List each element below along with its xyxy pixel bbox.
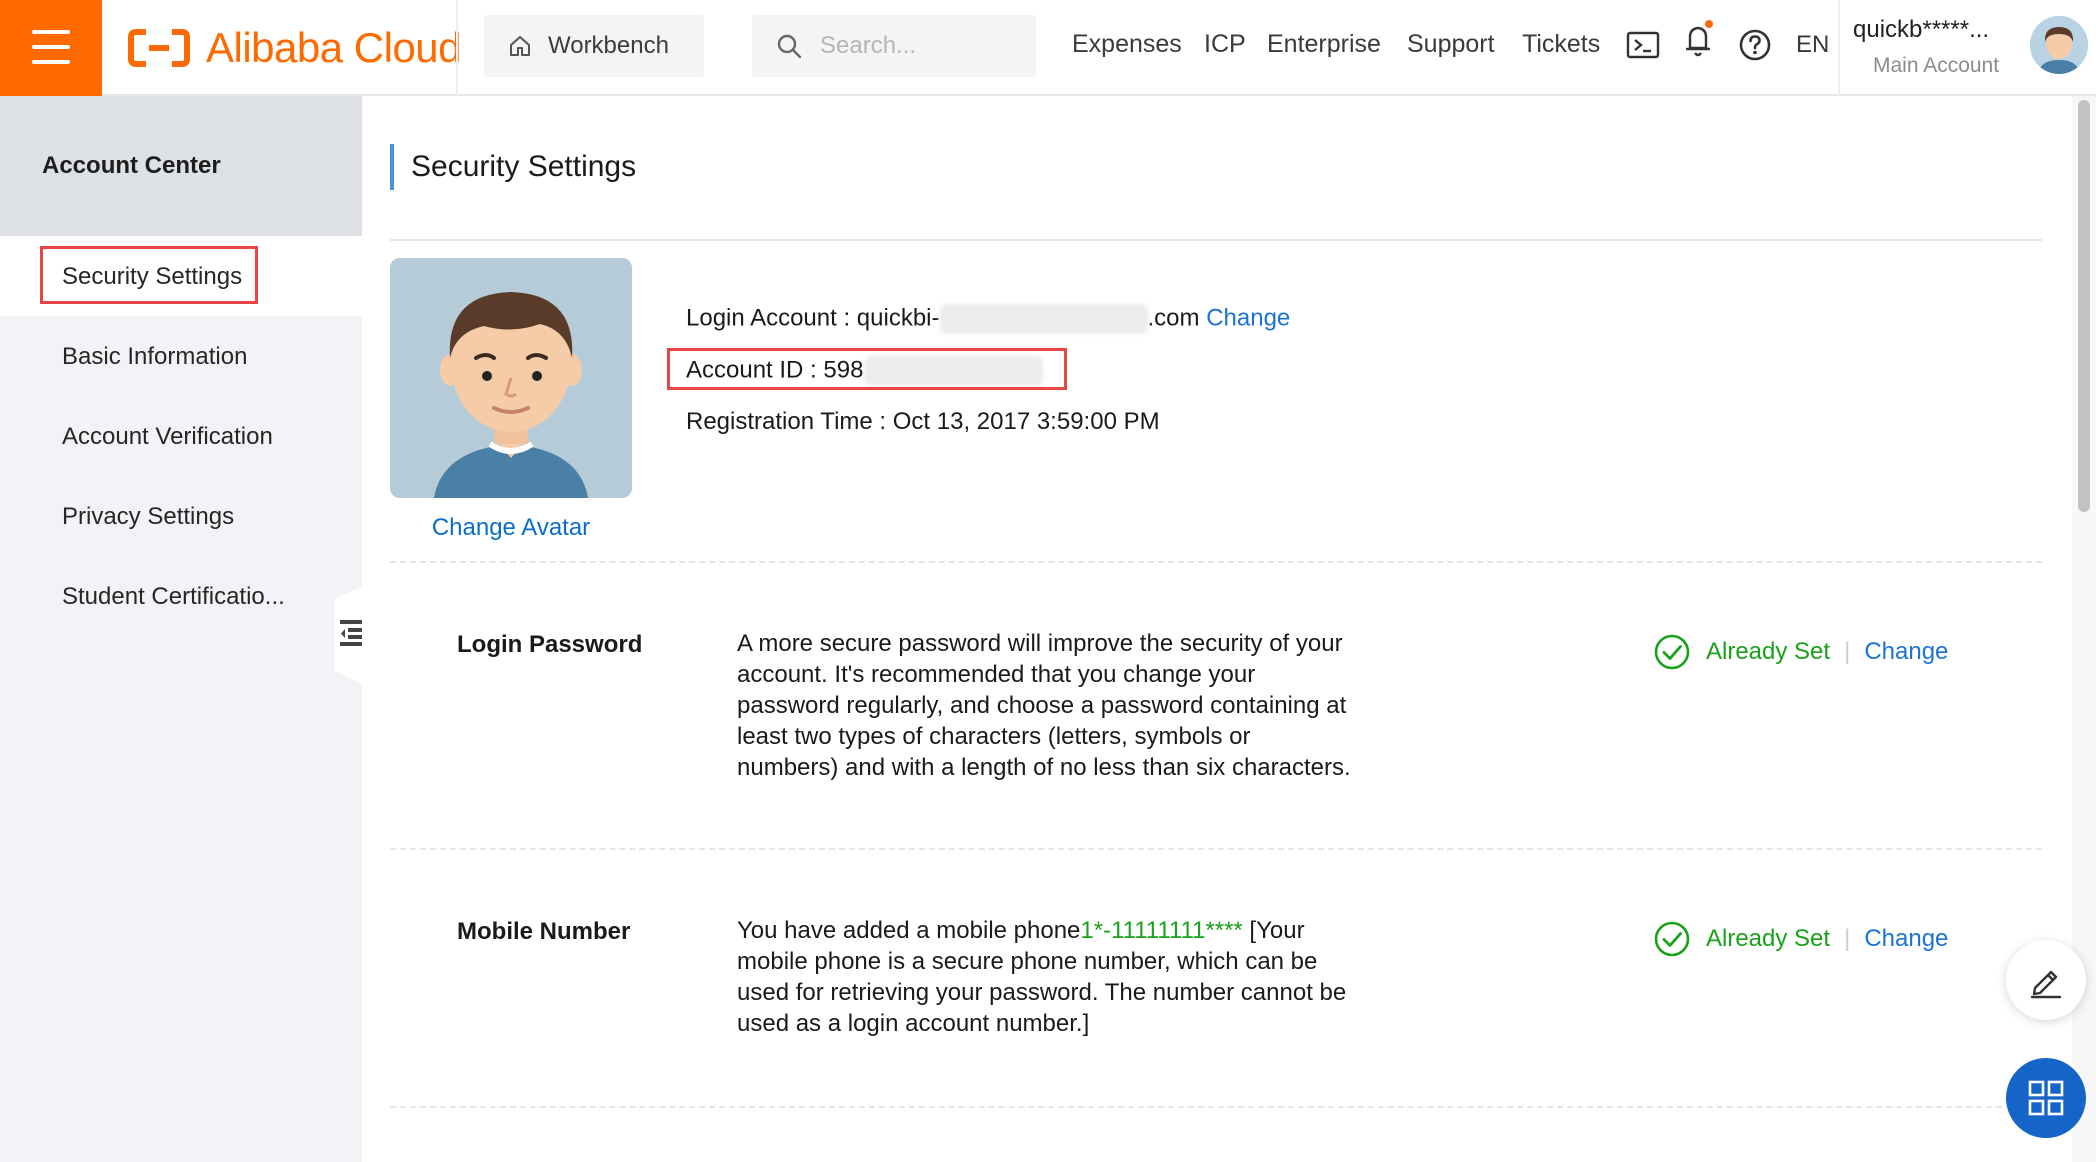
mobile-number-description: You have added a mobile phone1*-11111111… — [737, 915, 1357, 1039]
sidebar-header: Account Center — [0, 96, 362, 236]
search-input[interactable] — [818, 31, 1022, 61]
highlight-box — [40, 246, 258, 304]
login-password-change-link[interactable]: Change — [1864, 638, 1948, 666]
grid-icon — [2028, 1080, 2064, 1116]
sidebar: Account Center Security Settings Basic I… — [0, 96, 362, 1162]
title-accent-bar — [390, 144, 394, 190]
sidebar-item-student-certification[interactable]: Student Certificatio... — [62, 583, 285, 611]
login-password-status: Already Set | Change — [1654, 634, 1948, 670]
user-name[interactable]: quickb*****... — [1853, 16, 1989, 44]
title-divider — [390, 239, 2042, 241]
divider — [456, 0, 458, 96]
login-account-suffix: .com — [1147, 304, 1200, 332]
terminal-icon[interactable] — [1626, 30, 1660, 60]
quick-apps-button[interactable] — [2006, 1058, 2086, 1138]
mobile-phone-value: 1*-11111111**** — [1080, 917, 1243, 944]
redacted-email — [939, 304, 1148, 334]
user-avatar[interactable] — [2030, 16, 2088, 74]
separator: | — [1844, 925, 1851, 952]
nav-support[interactable]: Support — [1407, 30, 1495, 59]
top-bar: Alibaba Cloud Workbench Expenses ICP Ent… — [0, 0, 2096, 96]
separator: | — [1844, 638, 1851, 665]
divider — [1838, 0, 1840, 96]
edit-icon — [2030, 970, 2062, 999]
alibaba-logo-icon — [128, 29, 190, 67]
menu-button[interactable] — [0, 0, 102, 96]
mobile-number-status-text: Already Set — [1706, 925, 1831, 952]
workbench-label: Workbench — [548, 32, 669, 59]
login-account-line: Login Account : quickbi- .com Change — [686, 304, 1290, 334]
avatar-face-icon — [390, 258, 632, 498]
highlight-box — [667, 348, 1067, 390]
search-icon — [777, 34, 802, 59]
login-account-change-link[interactable]: Change — [1206, 304, 1290, 331]
sidebar-title: Account Center — [42, 152, 221, 179]
home-icon — [510, 36, 530, 56]
logo-text: Alibaba Cloud — [206, 24, 462, 71]
language-switch[interactable]: EN — [1796, 31, 1829, 59]
row-divider — [390, 561, 2042, 563]
workbench-button[interactable]: Workbench — [484, 15, 704, 77]
help-icon[interactable] — [1738, 28, 1772, 62]
sidebar-item-account-verification[interactable]: Account Verification — [62, 423, 273, 451]
search-box[interactable] — [752, 15, 1036, 77]
sidebar-item-basic-information[interactable]: Basic Information — [62, 343, 247, 371]
row-divider — [390, 1106, 2042, 1108]
profile-avatar — [390, 258, 632, 498]
nav-enterprise[interactable]: Enterprise — [1267, 30, 1381, 59]
scrollbar-thumb[interactable] — [2078, 100, 2090, 512]
registration-time: Registration Time : Oct 13, 2017 3:59:00… — [686, 408, 1160, 435]
mobile-number-change-link[interactable]: Change — [1864, 925, 1948, 953]
sidebar-collapse-icon[interactable] — [340, 618, 362, 648]
mobile-desc-prefix: You have added a mobile phone — [737, 917, 1081, 944]
login-password-label: Login Password — [457, 631, 643, 658]
nav-icp[interactable]: ICP — [1204, 30, 1246, 59]
feedback-edit-button[interactable] — [2006, 940, 2086, 1020]
check-circle-icon — [1654, 634, 1690, 670]
page-title: Security Settings — [411, 150, 637, 183]
menu-icon — [32, 30, 70, 34]
mobile-number-label: Mobile Number — [457, 918, 631, 945]
sidebar-item-privacy-settings[interactable]: Privacy Settings — [62, 503, 234, 531]
login-account-label: Login Account : quickbi- — [686, 304, 940, 332]
avatar-face-icon — [2030, 16, 2088, 74]
mobile-number-status: Already Set | Change — [1654, 921, 1948, 957]
login-password-status-text: Already Set — [1706, 638, 1831, 665]
bell-icon[interactable] — [1682, 20, 1716, 60]
nav-expenses[interactable]: Expenses — [1072, 30, 1182, 59]
nav-tickets[interactable]: Tickets — [1522, 30, 1600, 59]
check-circle-icon — [1654, 921, 1690, 957]
row-divider — [390, 848, 2042, 850]
brand-logo[interactable]: Alibaba Cloud — [128, 22, 462, 74]
login-password-description: A more secure password will improve the … — [737, 630, 1351, 781]
user-role: Main Account — [1873, 54, 2000, 77]
change-avatar-link[interactable]: Change Avatar — [390, 514, 632, 542]
